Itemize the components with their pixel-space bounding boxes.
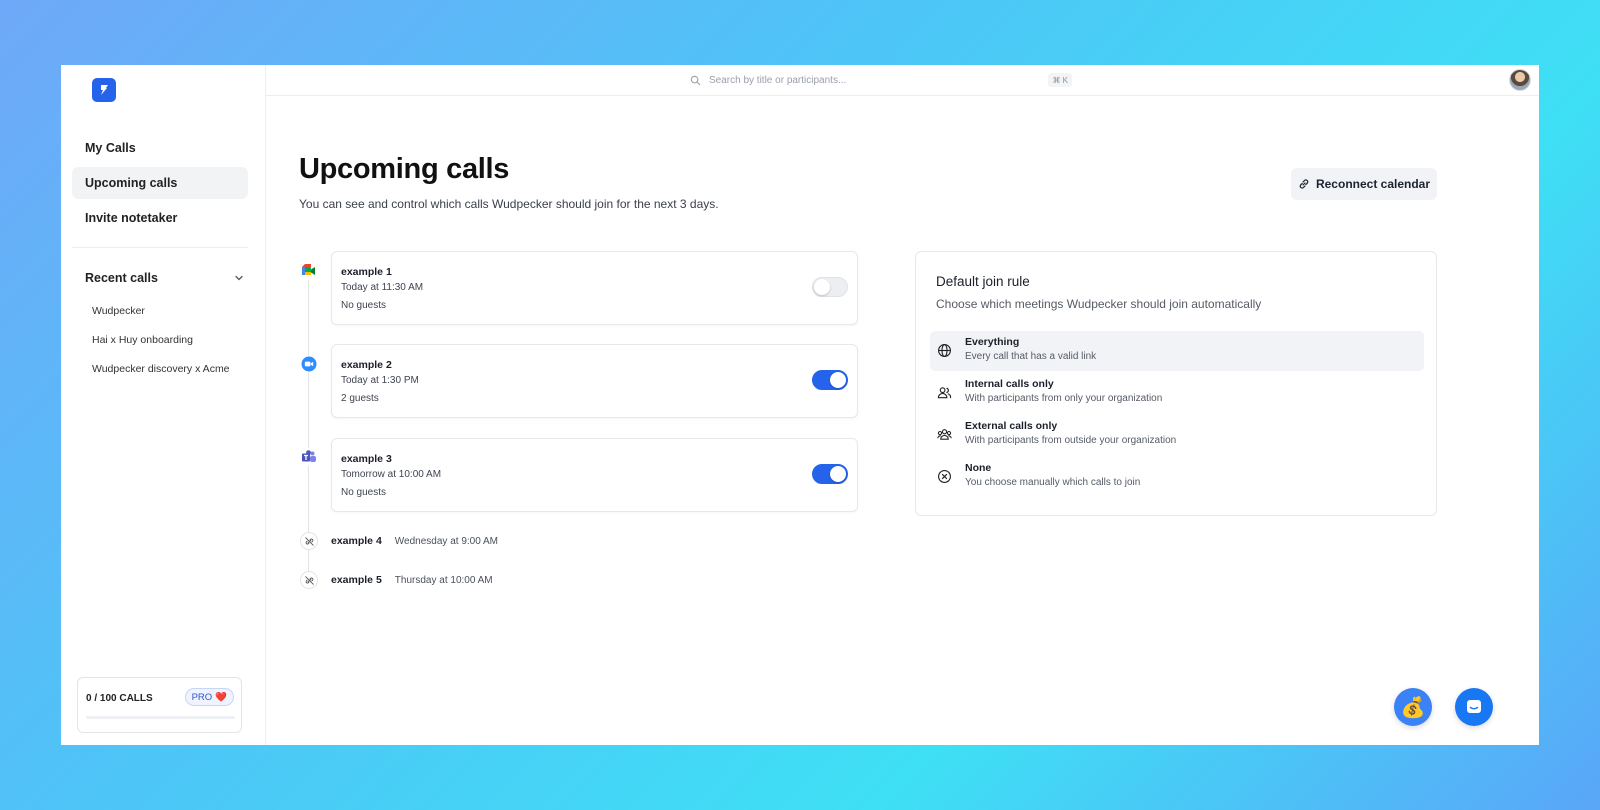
toggle-knob [830, 372, 846, 388]
page-subtitle: You can see and control which calls Wudp… [299, 197, 719, 211]
reconnect-calendar-label: Reconnect calendar [1315, 177, 1431, 191]
recent-call-item[interactable]: Wudpecker discovery x Acme [92, 363, 230, 375]
no-link-icon [300, 571, 318, 589]
usage-card: 0 / 100 CALLS PRO ❤️ [77, 677, 242, 733]
teams-icon [300, 448, 318, 466]
sidebar-divider [72, 247, 248, 248]
money-bag-button[interactable]: 💰 [1394, 688, 1432, 726]
nav-my-calls[interactable]: My Calls [72, 132, 248, 164]
call-title: example 3 [341, 453, 392, 465]
recent-call-item[interactable]: Wudpecker [92, 305, 145, 317]
call-title: example 4 [331, 535, 382, 547]
x-circle-icon [938, 470, 951, 483]
search-icon [690, 75, 701, 85]
call-time: Wednesday at 9:00 AM [394, 535, 499, 547]
link-icon [1299, 179, 1309, 189]
recent-call-item[interactable]: Hai x Huy onboarding [92, 334, 193, 346]
nav-upcoming-calls[interactable]: Upcoming calls [72, 167, 248, 199]
call-guests: No guests [341, 487, 387, 498]
nav-invite-notetaker[interactable]: Invite notetaker [72, 202, 248, 234]
toggle-knob [830, 466, 846, 482]
rule-option-title: External calls only [965, 420, 1058, 432]
rule-option-everything[interactable]: Everything Every call that has a valid l… [930, 331, 1424, 371]
logo-icon [101, 85, 108, 95]
call-time: Tomorrow at 10:00 AM [341, 469, 442, 480]
pro-badge[interactable]: PRO ❤️ [184, 688, 234, 706]
join-toggle[interactable] [812, 370, 848, 390]
rule-option-external[interactable]: External calls only With participants fr… [930, 415, 1424, 455]
join-toggle[interactable] [812, 277, 848, 297]
rule-option-title: None [965, 462, 992, 474]
call-time: Today at 1:30 PM [341, 375, 419, 386]
group-icon [937, 429, 952, 440]
call-card[interactable]: example 3 Tomorrow at 10:00 AM No guests [331, 438, 858, 512]
rule-option-none[interactable]: None You choose manually which calls to … [930, 457, 1424, 497]
rule-option-desc: Every call that has a valid link [965, 351, 1097, 362]
chevron-down-icon [235, 275, 243, 281]
call-guests: 2 guests [341, 393, 379, 404]
join-rule-panel: Default join rule Choose which meetings … [915, 251, 1437, 516]
top-bar: ⌘ K [266, 65, 1539, 96]
unlinked-call-row: example 5 Thursday at 10:00 AM [331, 571, 493, 589]
google-meet-icon [300, 262, 318, 280]
toggle-knob [814, 279, 830, 295]
rule-option-desc: With participants from outside your orga… [965, 435, 1177, 446]
usage-label: 0 / 100 CALLS [86, 693, 153, 704]
recent-calls-toggle[interactable]: Recent calls [85, 269, 245, 287]
pro-badge-label: PRO [191, 691, 213, 703]
search-box[interactable]: ⌘ K [684, 69, 1076, 91]
app-window: My Calls Upcoming calls Invite notetaker… [61, 65, 1539, 745]
usage-progress-bar [86, 716, 235, 719]
rule-option-desc: You choose manually which calls to join [965, 477, 1141, 488]
no-link-icon [300, 532, 318, 550]
join-rule-title: Default join rule [936, 274, 1030, 289]
join-toggle[interactable] [812, 464, 848, 484]
reconnect-calendar-button[interactable]: Reconnect calendar [1291, 168, 1437, 200]
call-time: Today at 11:30 AM [341, 282, 424, 293]
call-card[interactable]: example 2 Today at 1:30 PM 2 guests [331, 344, 858, 418]
chat-support-button[interactable] [1455, 688, 1493, 726]
call-title: example 2 [341, 359, 392, 371]
call-card[interactable]: example 1 Today at 11:30 AM No guests [331, 251, 858, 325]
call-title: example 1 [341, 266, 392, 278]
page-title: Upcoming calls [299, 153, 510, 185]
zoom-icon [300, 355, 318, 373]
globe-icon [938, 344, 951, 357]
heart-icon: ❤️ [215, 691, 227, 703]
app-logo[interactable] [92, 78, 116, 102]
join-rule-subtitle: Choose which meetings Wudpecker should j… [936, 297, 1262, 311]
call-guests: No guests [341, 300, 387, 311]
rule-option-desc: With participants from only your organiz… [965, 393, 1163, 404]
users-icon [937, 387, 952, 399]
avatar[interactable] [1509, 69, 1531, 91]
chat-icon [1467, 700, 1481, 713]
call-title: example 5 [331, 574, 382, 586]
money-bag-icon: 💰 [1400, 696, 1426, 719]
rule-option-internal[interactable]: Internal calls only With participants fr… [930, 373, 1424, 413]
search-input[interactable] [709, 74, 1029, 86]
recent-calls-heading: Recent calls [85, 271, 158, 285]
unlinked-call-row: example 4 Wednesday at 9:00 AM [331, 532, 498, 550]
sidebar: My Calls Upcoming calls Invite notetaker… [61, 65, 266, 745]
search-shortcut: ⌘ K [1048, 73, 1072, 87]
rule-option-title: Internal calls only [965, 378, 1054, 390]
call-time: Thursday at 10:00 AM [394, 574, 493, 586]
rule-option-title: Everything [965, 336, 1020, 348]
